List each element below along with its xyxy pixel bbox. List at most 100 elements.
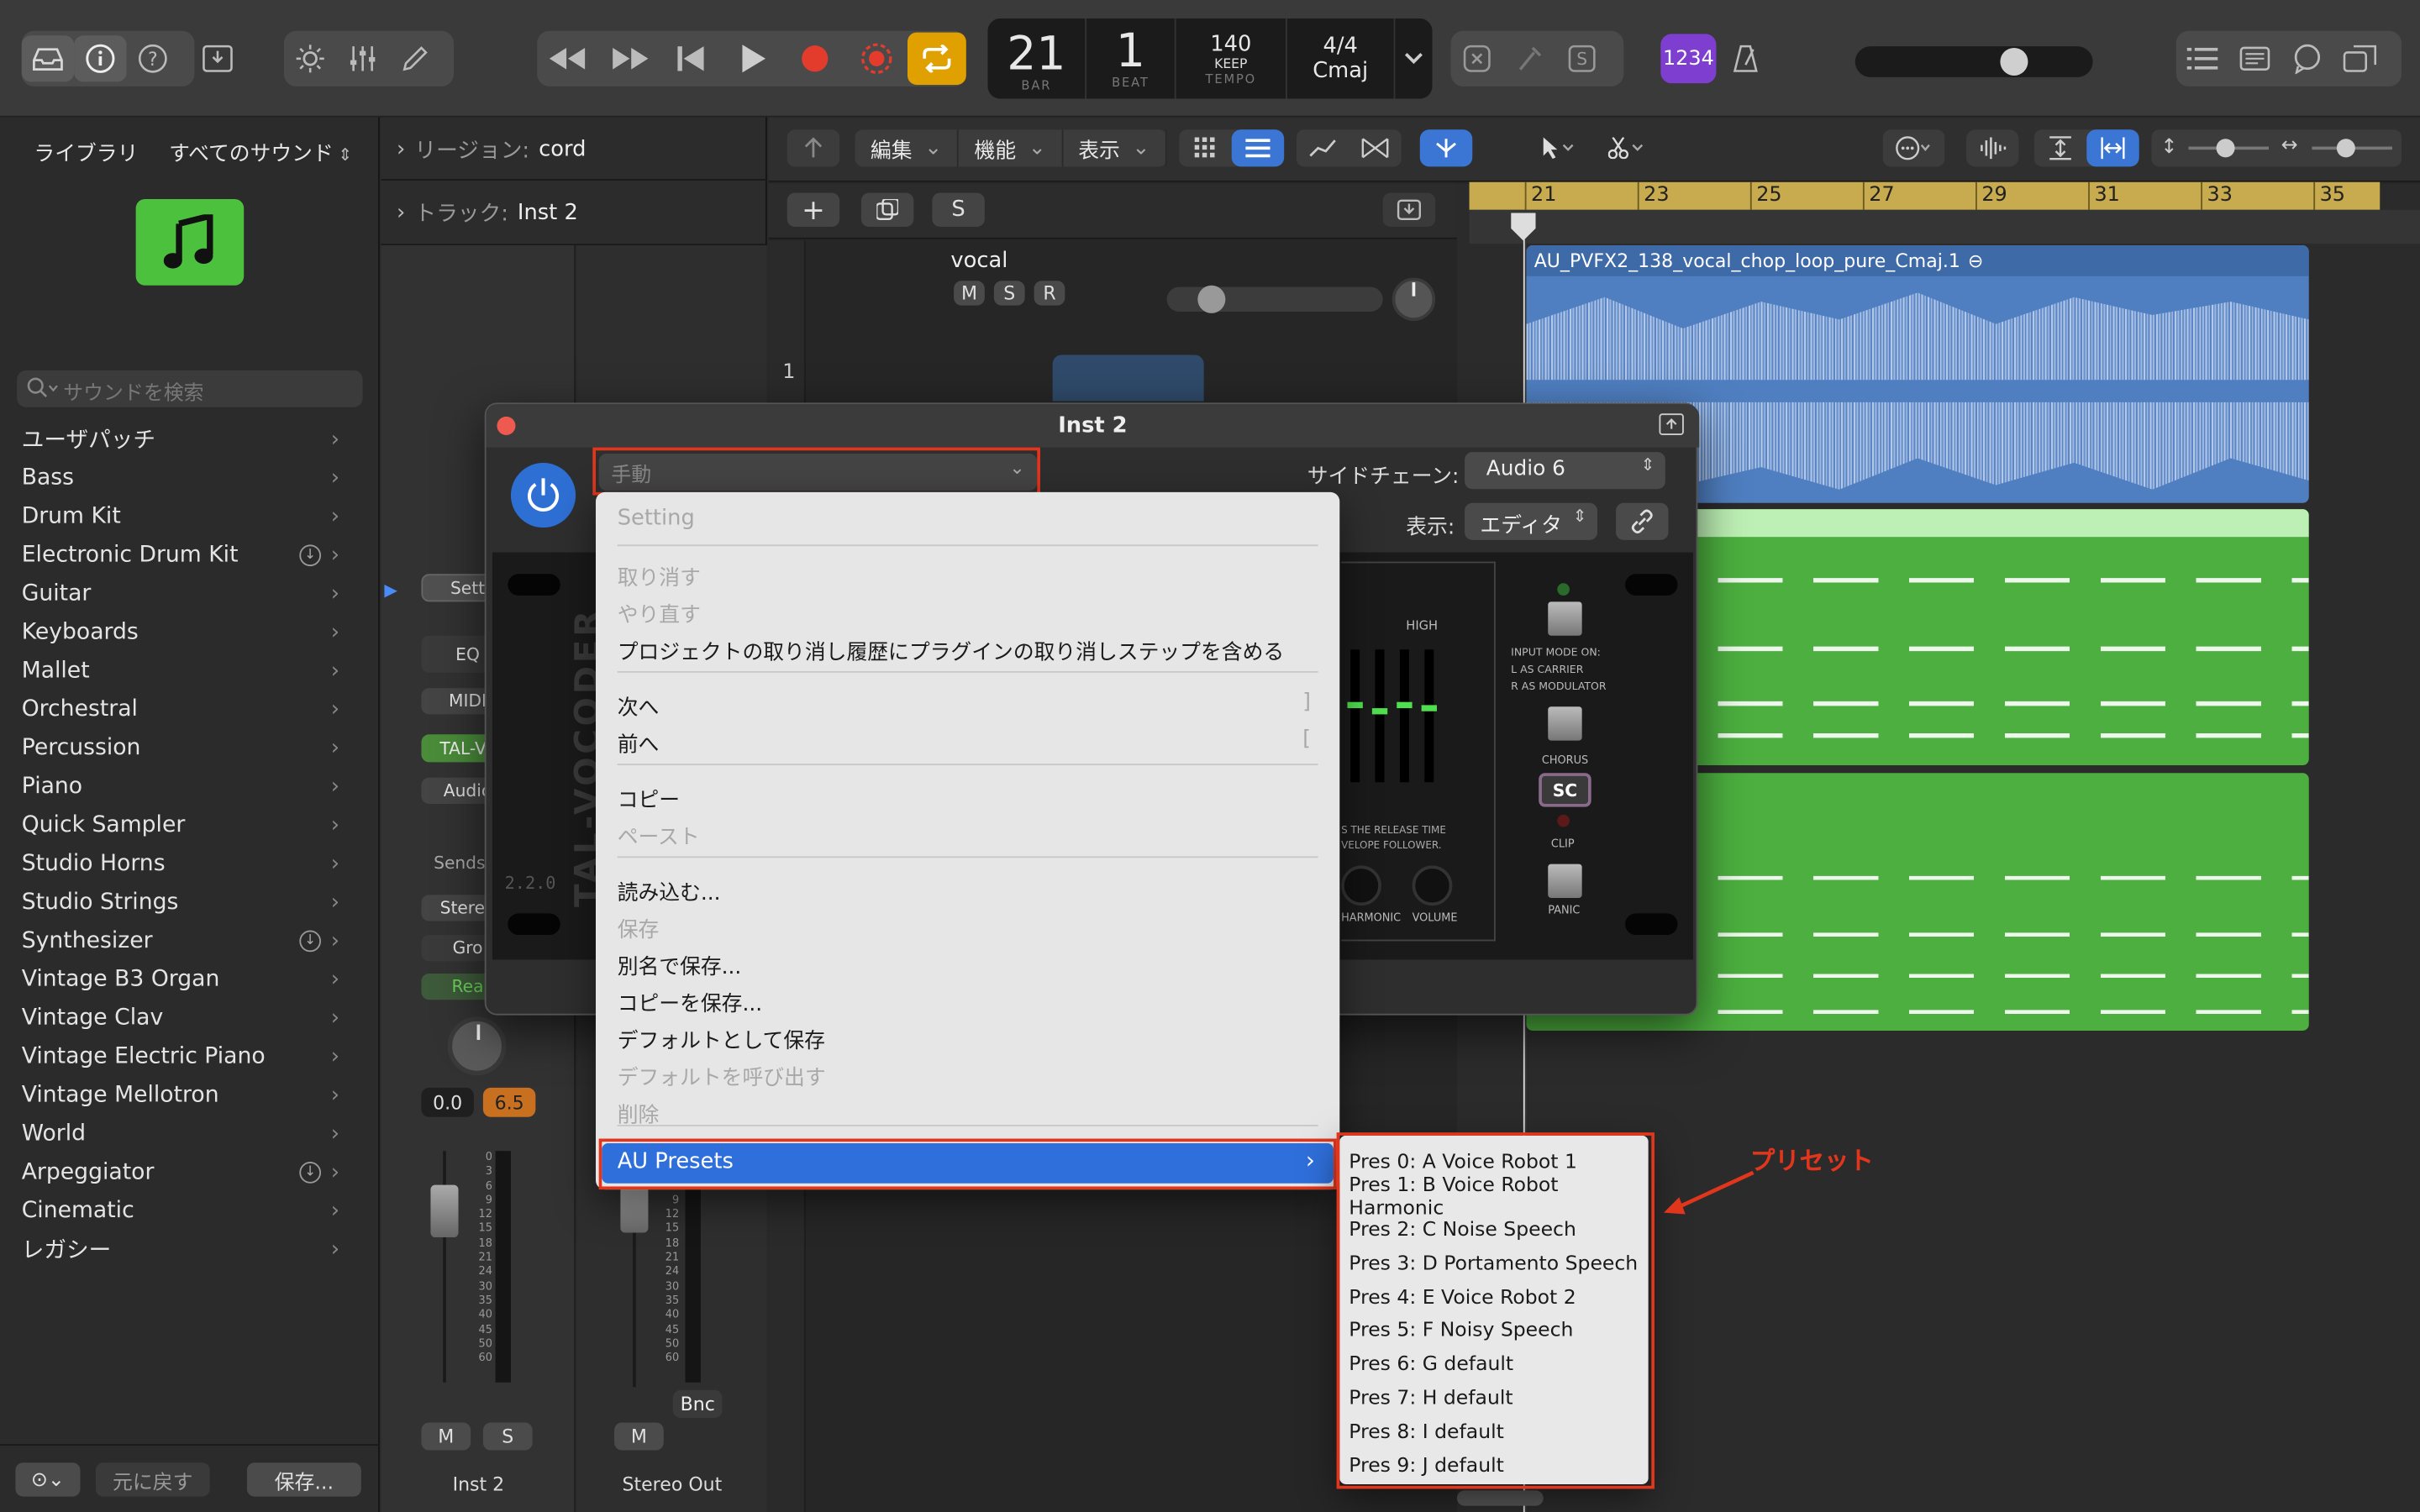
band-faders[interactable]: [1341, 640, 1440, 795]
scissors-tool-icon[interactable]: [1596, 129, 1657, 166]
library-item[interactable]: Percussion ›: [0, 728, 380, 767]
record-icon[interactable]: [784, 35, 845, 81]
library-item[interactable]: Vintage B3 Organ ›: [0, 959, 380, 998]
skip-back-icon[interactable]: [660, 35, 722, 81]
count-in-badge[interactable]: 1234: [1660, 34, 1717, 84]
output-mute-button[interactable]: M: [614, 1422, 664, 1451]
library-item[interactable]: Arpeggiator ↓ ›: [0, 1152, 380, 1191]
library-item[interactable]: Vintage Clav ›: [0, 998, 380, 1037]
pencil-icon[interactable]: [389, 35, 441, 81]
track-button[interactable]: S: [993, 281, 1025, 306]
track-pan-knob[interactable]: [1392, 277, 1436, 322]
pan-knob[interactable]: [447, 1016, 507, 1076]
sidechain-dropdown[interactable]: Audio 6 ⇕: [1465, 452, 1665, 490]
volume-fader[interactable]: [430, 1151, 459, 1383]
menu-item[interactable]: 前へ: [618, 727, 660, 757]
tuner-icon[interactable]: [1503, 35, 1555, 81]
metronome-icon[interactable]: [1719, 35, 1771, 81]
fit-vertical-icon[interactable]: [2034, 129, 2086, 166]
volume-knob[interactable]: [1412, 865, 1453, 906]
close-box-icon[interactable]: [1451, 35, 1503, 81]
sidechain-sc-button[interactable]: SC: [1539, 773, 1591, 807]
waveform-icon[interactable]: [1966, 129, 2019, 167]
horizontal-scrollbar[interactable]: [1456, 1490, 1544, 1506]
library-item[interactable]: ユーザパッチ ›: [0, 420, 380, 459]
library-item[interactable]: Bass ›: [0, 459, 380, 497]
library-item[interactable]: Quick Sampler ›: [0, 806, 380, 844]
chat-icon[interactable]: [2281, 35, 2333, 81]
library-item[interactable]: Synthesizer ↓ ›: [0, 921, 380, 960]
download-icon[interactable]: ↓: [299, 543, 322, 566]
menu-item[interactable]: 読み込む...: [618, 874, 721, 906]
library-item[interactable]: Studio Horns ›: [0, 844, 380, 883]
library-item[interactable]: Vintage Mellotron ›: [0, 1075, 380, 1114]
library-item[interactable]: Orchestral ›: [0, 690, 380, 728]
save-button[interactable]: 保存...: [246, 1462, 361, 1497]
region-inspector-header[interactable]: › リージョン: cord: [397, 133, 586, 166]
inbox-icon[interactable]: [21, 35, 75, 82]
duplicate-track-button[interactable]: [860, 192, 914, 228]
input-mode-switch[interactable]: [1548, 601, 1582, 636]
global-solo-button[interactable]: S: [932, 192, 985, 228]
library-item[interactable]: Drum Kit ›: [0, 496, 380, 535]
library-item[interactable]: Guitar ›: [0, 574, 380, 612]
list-icon[interactable]: [2176, 35, 2228, 81]
library-item[interactable]: Studio Strings ›: [0, 883, 380, 921]
power-button[interactable]: [510, 463, 576, 528]
cycle-icon[interactable]: [908, 32, 966, 86]
fit-horizontal-icon[interactable]: [2086, 129, 2139, 167]
more-circle-icon[interactable]: [1883, 129, 1944, 166]
lcd-display[interactable]: 21 BAR 1 BEAT 140 KEEP TEMPO 4/4 Cmaj: [987, 18, 1433, 99]
more-options-button[interactable]: ⊙⌄: [15, 1462, 81, 1497]
track-inspector-header[interactable]: › トラック: Inst 2: [397, 196, 578, 229]
menu-item[interactable]: プロジェクトの取り消し履歴にプラグインの取り消しステップを含める: [618, 634, 1284, 664]
library-item[interactable]: Piano ›: [0, 767, 380, 806]
track-button[interactable]: M: [954, 281, 985, 306]
solo-button[interactable]: S: [482, 1422, 533, 1451]
output-volume-fader[interactable]: [620, 1186, 649, 1388]
notes-icon[interactable]: [2228, 35, 2281, 81]
snap-icon[interactable]: [1419, 129, 1473, 167]
menu-item[interactable]: デフォルトとして保存: [618, 1023, 825, 1053]
sound-filter-dropdown[interactable]: すべてのサウンド ⇕: [169, 136, 352, 166]
library-item[interactable]: Electronic Drum Kit ↓ ›: [0, 535, 380, 574]
master-volume-slider[interactable]: [1854, 46, 2093, 77]
grid-icon[interactable]: [1179, 129, 1231, 166]
track-button[interactable]: R: [1034, 281, 1065, 306]
mixer-icon[interactable]: [336, 35, 388, 81]
master-volume-knob[interactable]: [2000, 47, 2028, 76]
chorus-switch[interactable]: [1548, 706, 1582, 741]
link-icon[interactable]: [1616, 502, 1669, 540]
harmonic-knob[interactable]: [1341, 865, 1381, 906]
view-dropdown[interactable]: エディタ ⇕: [1465, 502, 1598, 540]
fast-forward-icon[interactable]: [599, 35, 660, 81]
patch-icon[interactable]: [135, 198, 245, 286]
arrange-menu[interactable]: 表示 ⌄: [1063, 129, 1167, 167]
automation-curve-icon[interactable]: [1297, 129, 1349, 166]
panic-button[interactable]: [1548, 864, 1582, 898]
download-icon[interactable]: ↓: [299, 929, 322, 952]
menu-item[interactable]: 次へ: [618, 690, 660, 720]
library-item[interactable]: Cinematic ›: [0, 1191, 380, 1230]
sound-search-input[interactable]: サウンドを検索: [17, 370, 363, 407]
compact-view-icon[interactable]: [1659, 413, 1684, 435]
horizontal-zoom-slider[interactable]: [2312, 139, 2392, 158]
menu-item[interactable]: 別名で保存...: [618, 949, 742, 979]
play-icon[interactable]: [723, 35, 784, 81]
brightness-icon[interactable]: [284, 35, 336, 81]
help-icon[interactable]: ?: [127, 35, 179, 81]
bar-ruler[interactable]: 21 23 25 27 29 31 33 35: [1469, 181, 2381, 210]
library-item[interactable]: レガシー ›: [0, 1230, 380, 1268]
arrange-menu[interactable]: 編集 ⌄: [855, 129, 960, 167]
chevron-down-icon[interactable]: [1395, 18, 1432, 99]
bounce-button[interactable]: Bnc: [672, 1389, 723, 1418]
track-volume-slider[interactable]: [1166, 285, 1383, 313]
library-item[interactable]: Mallet ›: [0, 651, 380, 690]
revert-button[interactable]: 元に戻す: [95, 1462, 210, 1497]
rewind-icon[interactable]: [537, 35, 598, 81]
solo-s-icon[interactable]: S: [1555, 35, 1607, 81]
arrange-menu[interactable]: 機能 ⌄: [959, 129, 1063, 167]
catch-icon[interactable]: [1382, 192, 1436, 228]
menu-item[interactable]: コピーを保存...: [618, 986, 762, 1016]
flex-icon[interactable]: [1349, 129, 1401, 166]
